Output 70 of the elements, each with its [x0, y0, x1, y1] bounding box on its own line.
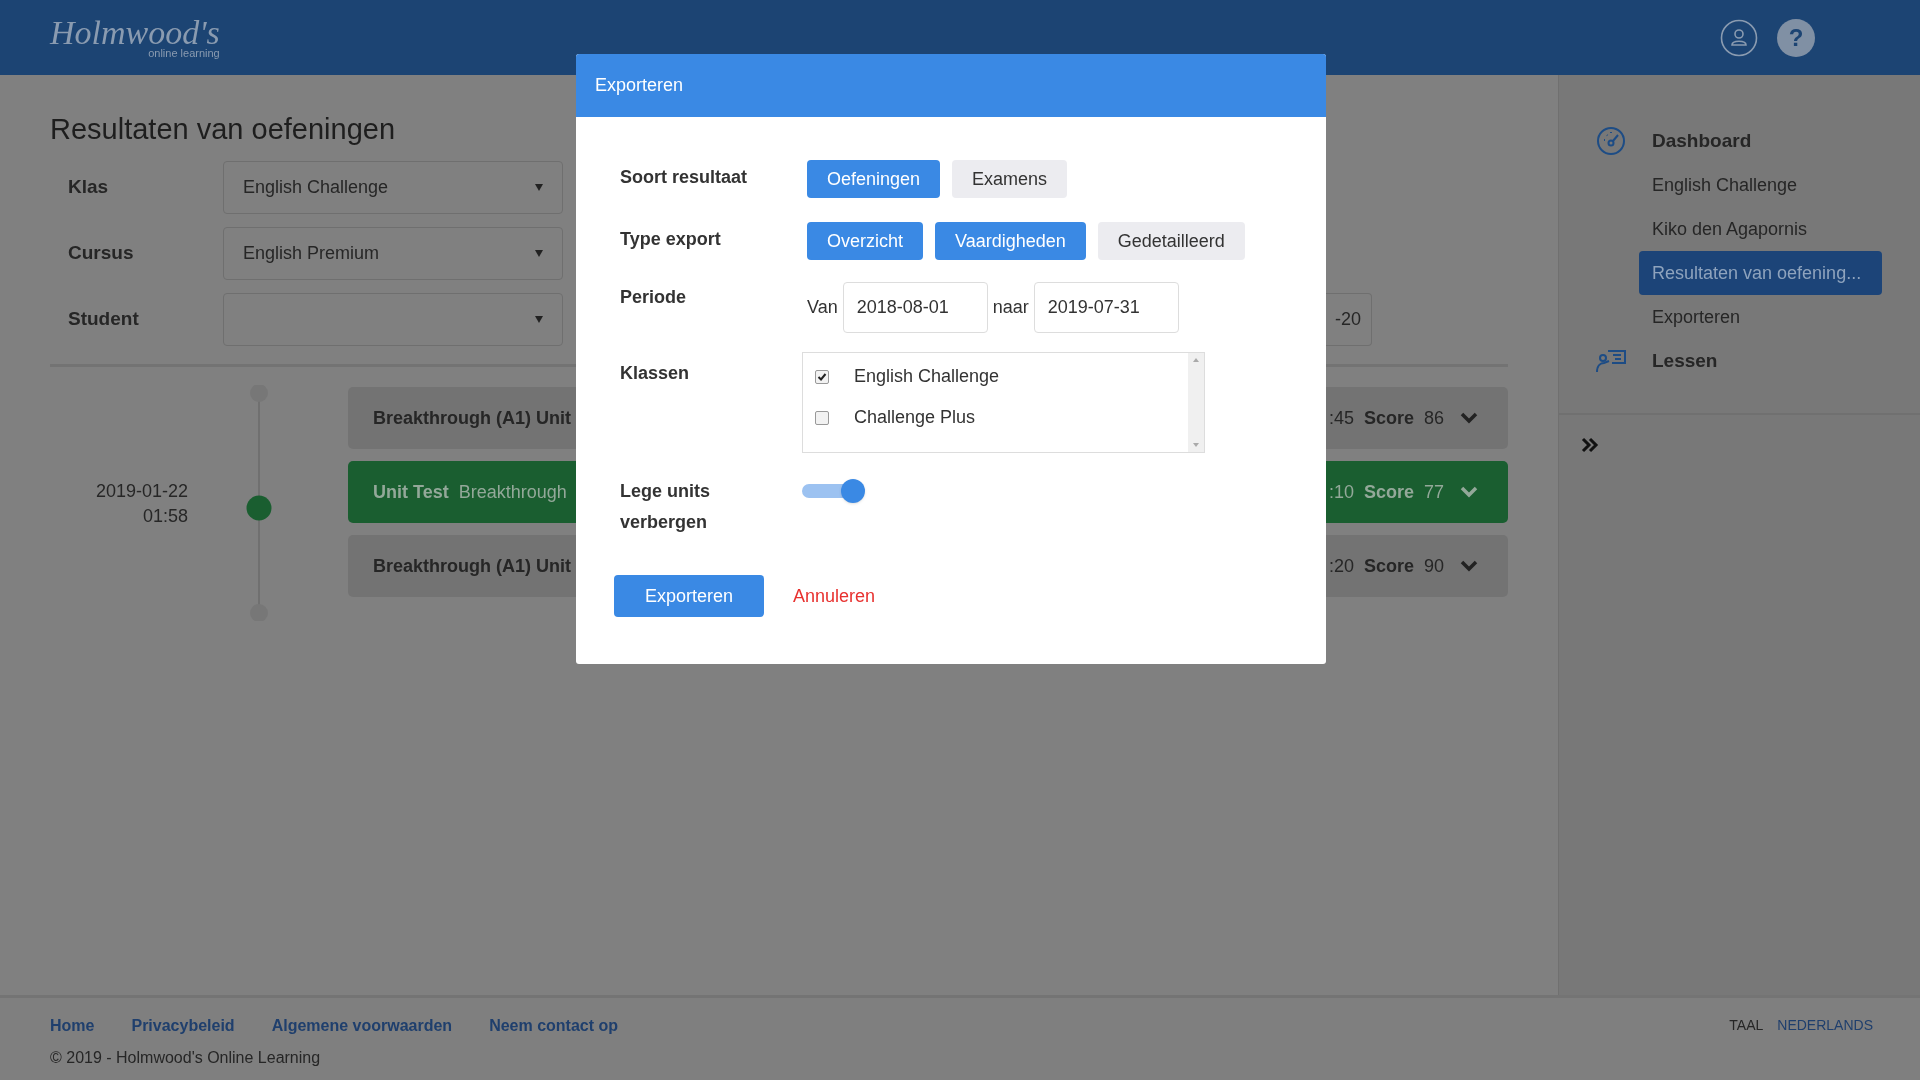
chevron-down-icon[interactable]: [1460, 412, 1478, 424]
date-input[interactable]: 2019-07-31: [1033, 282, 1179, 333]
filter-label: Student: [67, 307, 140, 332]
sidebar-link[interactable]: Resultaten van oefening...: [1639, 251, 1882, 295]
dropdown-caret-icon: [535, 250, 543, 257]
option-button[interactable]: Overzicht: [807, 222, 924, 260]
option-button[interactable]: Oefeningen: [807, 160, 941, 198]
field-label: Lege units verbergen: [620, 480, 711, 534]
score-value: 77: [1423, 480, 1444, 504]
field-label: Klassen: [620, 362, 691, 385]
date-input[interactable]: 2018-08-01: [842, 282, 988, 333]
from-label: Van: [807, 296, 838, 319]
class-label: Challenge Plus: [854, 406, 976, 429]
page-title: Resultaten van oefeningen: [50, 115, 397, 144]
select-field[interactable]: English Challenge: [223, 161, 563, 214]
result-time: :10: [1328, 480, 1354, 504]
help-button[interactable]: ?: [1777, 18, 1815, 57]
gauge-icon: [1595, 126, 1626, 156]
option-button[interactable]: Gedetailleerd: [1097, 222, 1245, 260]
result-title: Breakthrough (A1) Unit: [373, 406, 571, 430]
teacher-icon: [1595, 349, 1626, 373]
sidebar-link[interactable]: Exporteren: [1639, 295, 1882, 339]
footer-link[interactable]: Privacybeleid: [131, 1014, 235, 1038]
select-field[interactable]: English Premium: [223, 227, 563, 280]
dropdown-caret-icon: [535, 184, 543, 191]
score-value: 90: [1423, 554, 1444, 578]
sidebar-link[interactable]: English Challenge: [1639, 163, 1882, 207]
score-label: Score: [1363, 480, 1414, 504]
entry-date: 2019-01-22: [95, 480, 188, 503]
footer-link[interactable]: Algemene voorwaarden: [271, 1014, 453, 1038]
result-subtitle: Breakthrough: [458, 480, 567, 504]
to-label: naar: [992, 296, 1029, 319]
language-label: TAAL: [1729, 1016, 1764, 1035]
result-time: :45: [1328, 406, 1354, 430]
footer-link[interactable]: Neem contact op: [489, 1014, 619, 1038]
dropdown-caret-icon: [535, 316, 543, 323]
checkbox[interactable]: [815, 410, 829, 425]
copyright-text: © 2019 - Holmwood's Online Learning: [50, 1048, 322, 1068]
option-button[interactable]: Vaardigheden: [935, 222, 1086, 260]
checkbox[interactable]: [815, 369, 829, 384]
score-value: 86: [1423, 406, 1444, 430]
option-button[interactable]: Examens: [952, 160, 1068, 198]
result-title: Unit Test: [373, 480, 449, 504]
chevron-down-icon[interactable]: [1460, 560, 1478, 572]
result-title: Breakthrough (A1) Unit: [373, 554, 571, 578]
footer-link[interactable]: Home: [50, 1014, 95, 1038]
sidebar-item[interactable]: Dashboard: [1652, 126, 1752, 156]
logo[interactable]: Holmwood's: [50, 16, 220, 50]
user-icon[interactable]: [1720, 18, 1758, 57]
field-label: Type export: [620, 228, 722, 251]
result-time: :20: [1328, 554, 1354, 578]
logo-tagline: online learning: [148, 48, 220, 59]
field-label: Periode: [620, 286, 688, 309]
filter-label: Cursus: [67, 241, 135, 266]
class-label: English Challenge: [854, 365, 1000, 388]
score-label: Score: [1363, 406, 1414, 430]
field-label: Soort resultaat: [620, 166, 749, 189]
filter-label: Klas: [67, 175, 110, 200]
sidebar-link[interactable]: Kiko den Agapornis: [1639, 207, 1882, 251]
cancel-link[interactable]: Annuleren: [793, 582, 876, 610]
expand-icon[interactable]: [1581, 437, 1599, 453]
chevron-down-icon[interactable]: [1460, 486, 1478, 498]
language-link[interactable]: NEDERLANDS: [1777, 1015, 1873, 1080]
select-field[interactable]: [223, 293, 563, 346]
entry-time: 01:58: [142, 505, 188, 528]
export-button[interactable]: Exporteren: [614, 575, 764, 617]
score-label: Score: [1363, 554, 1414, 578]
scrollbar[interactable]: [1188, 353, 1204, 452]
sidebar-item[interactable]: Lessen: [1652, 346, 1718, 376]
dialog-title: Exporteren: [595, 74, 684, 97]
